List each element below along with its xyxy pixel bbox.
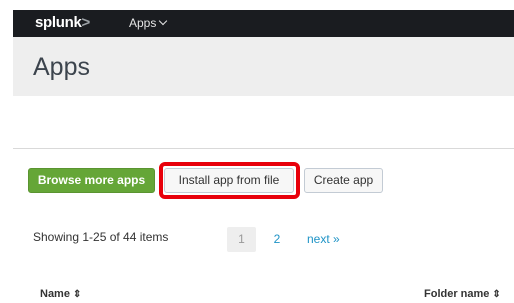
folder-name-column-header[interactable]: Folder name ⇕ [424, 288, 501, 301]
next-page-link[interactable]: next » [301, 227, 353, 252]
splunk-logo[interactable]: splunk> [35, 13, 90, 33]
page-1-button[interactable]: 1 [227, 227, 256, 252]
install-app-from-file-button[interactable]: Install app from file [164, 168, 294, 193]
page-title-bar: Apps [13, 37, 514, 96]
items-count-text: Showing 1-25 of 44 items [33, 230, 169, 244]
name-column-header[interactable]: Name ⇕ [40, 288, 81, 301]
section-divider [13, 148, 514, 149]
logo-mark: > [81, 14, 91, 31]
page-2-link[interactable]: 2 [265, 227, 289, 252]
create-app-button[interactable]: Create app [304, 168, 383, 193]
page-title: Apps [33, 53, 90, 81]
splunk-apps-page: splunk> Apps Apps Browse more apps Insta… [0, 0, 514, 303]
logo-text: splunk [35, 14, 82, 31]
top-navigation-bar: splunk> Apps [13, 10, 514, 37]
name-column-label: Name [40, 288, 70, 300]
folder-name-column-label: Folder name [424, 288, 490, 300]
sort-icon: ⇕ [492, 289, 501, 300]
browse-more-apps-button[interactable]: Browse more apps [28, 168, 155, 193]
sort-icon: ⇕ [72, 289, 82, 300]
apps-menu-button[interactable]: Apps [129, 16, 168, 31]
apps-menu-label: Apps [129, 16, 157, 30]
chevron-down-icon [159, 16, 168, 26]
